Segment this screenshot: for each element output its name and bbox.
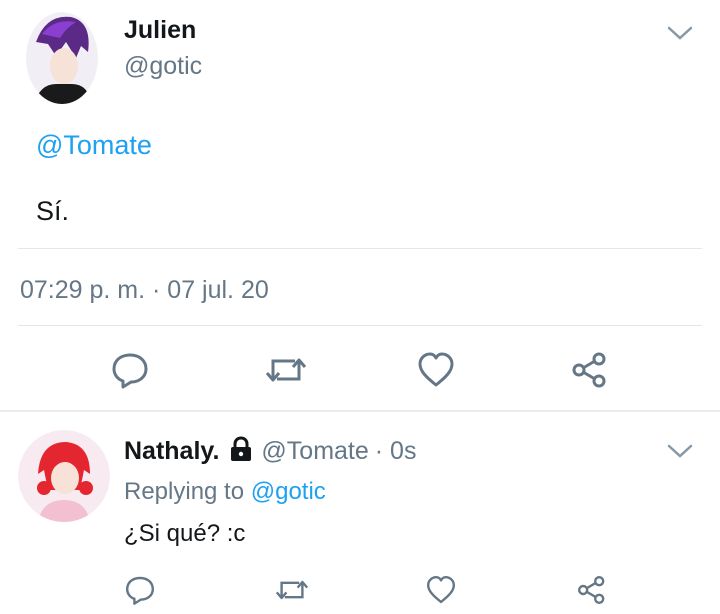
reply-like-button[interactable] [425,574,457,606]
reply-button[interactable] [110,350,150,390]
retweet-button[interactable] [264,350,308,390]
author-name[interactable]: Julien [124,16,196,45]
reply-icon [126,576,154,605]
reply-retweet-button[interactable] [274,574,310,606]
tweet-mention-link[interactable]: @Tomate [36,130,152,161]
replying-to: Replying to @gotic [124,478,326,506]
share-button[interactable] [570,350,610,390]
reply-author-name[interactable]: Nathaly. [124,437,219,466]
tweet-text: Sí. [36,196,70,226]
share-icon [578,576,605,604]
like-button[interactable] [416,350,456,390]
reply-icon [112,353,148,389]
reply-time: · 0s [374,437,417,465]
author-handle[interactable]: @gotic [124,52,202,81]
reply-author-avatar[interactable] [18,430,110,522]
reply-text: ¿Si qué? :c [124,520,246,547]
retweet-icon [265,358,307,382]
lock-icon [229,436,253,467]
tweet-menu-chevron-icon[interactable] [666,24,694,47]
like-icon [418,352,454,387]
reply-share-button[interactable] [576,574,608,606]
replying-prefix: Replying to [124,478,245,505]
reply-menu-chevron-icon[interactable] [666,442,694,465]
replying-handle-link[interactable]: @gotic [251,478,326,505]
retweet-icon [275,580,309,600]
author-avatar[interactable] [26,12,98,104]
tweet-timestamp: 07:29 p. m. · 07 jul. 20 [20,276,269,304]
divider [18,325,702,326]
reply-reply-button[interactable] [124,574,156,606]
section-separator [0,410,720,412]
reply-author-handle[interactable]: @Tomate [261,437,368,466]
like-icon [427,576,455,604]
divider [18,248,702,249]
share-icon [572,352,606,388]
